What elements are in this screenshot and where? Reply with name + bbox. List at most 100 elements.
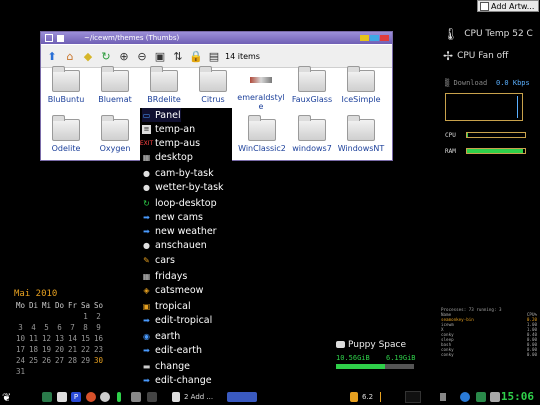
lock-icon[interactable]: 🔒 xyxy=(189,49,203,63)
zoom-out-icon[interactable]: ⊖ xyxy=(135,49,149,63)
quicklaunch-usb[interactable] xyxy=(131,391,141,403)
menu-item-change[interactable]: ▬ change xyxy=(142,359,190,373)
calendar-day: 19 xyxy=(41,345,52,354)
cloud-icon: ● xyxy=(143,182,150,192)
menu-item-anschauen[interactable]: ● anschauen xyxy=(142,238,207,252)
folder-item[interactable]: Oxygen xyxy=(90,115,140,153)
quicklaunch-files[interactable] xyxy=(57,391,67,403)
calendar-day: 15 xyxy=(80,334,91,343)
usb-icon xyxy=(131,392,141,402)
globe-icon: ◉ xyxy=(143,331,150,341)
menu-item-loop-desktop[interactable]: ↻ loop-desktop xyxy=(142,196,216,210)
panel-icon: ▭ xyxy=(142,110,151,120)
calendar-day: 31 xyxy=(15,367,26,376)
folder-item[interactable]: windows7 xyxy=(287,115,337,153)
window-titlebar[interactable]: ~/icewm/themes (Thumbs) xyxy=(41,32,392,44)
cpu-fan-readout: ✢ CPU Fan off xyxy=(443,49,509,63)
image-icon: ▬ xyxy=(142,361,151,371)
sort-icon[interactable]: ⇅ xyxy=(171,49,185,63)
quicklaunch-monitor[interactable] xyxy=(42,391,52,403)
calendar-day xyxy=(66,366,79,377)
calendar-day: 27 xyxy=(54,356,65,365)
menu-item-fridays[interactable]: ▦ fridays xyxy=(142,269,188,283)
menu-item-catsmeow[interactable]: ◈ catsmeow xyxy=(142,283,203,297)
folder-item[interactable]: WindowsNT xyxy=(336,115,386,153)
paw-icon: ◈ xyxy=(143,285,150,295)
menu-item-edit-change[interactable]: ➡ edit-change xyxy=(142,373,212,387)
puppy-space-bar xyxy=(336,364,414,369)
calendar-day: 29 xyxy=(80,356,91,365)
refresh-icon[interactable]: ↻ xyxy=(99,49,113,63)
calendar-widget: Mai 2010 Mo Di Mi Do Fr Sa So 1 2 3 4 5 6 7 8 9 10 11 12 1… xyxy=(14,289,105,377)
calendar-day: 5 xyxy=(44,323,49,332)
folder-item[interactable]: IceSimple xyxy=(336,66,386,104)
folder-item[interactable]: Citrus xyxy=(188,66,238,104)
bookmark-icon[interactable]: ◆ xyxy=(81,49,95,63)
calendar-day: 30 xyxy=(93,356,104,365)
paw-icon: ❦ xyxy=(2,390,12,404)
folder-item[interactable]: BluBuntu xyxy=(41,66,91,104)
cpu-meter xyxy=(466,132,526,138)
view-icon[interactable]: ▣ xyxy=(153,49,167,63)
folder-icon xyxy=(248,115,276,141)
menu-item-cars[interactable]: ✎ cars xyxy=(142,253,175,267)
arrow-right-icon: ➡ xyxy=(143,226,150,236)
menu-item-new-weather[interactable]: ➡ new weather xyxy=(142,224,216,238)
calendar-grid: Mo Di Mi Do Fr Sa So 1 2 3 4 5 6 7 8 9 10 11 12 13 14 15 16 17… xyxy=(14,300,105,377)
up-arrow-icon[interactable]: ⬆ xyxy=(45,49,59,63)
close-button[interactable] xyxy=(380,35,389,41)
start-menu-button[interactable]: ❦ xyxy=(2,390,12,404)
maximize-button[interactable] xyxy=(370,35,379,41)
menu-item-edit-tropical[interactable]: ➡ edit-tropical xyxy=(142,313,212,327)
quicklaunch-settings[interactable] xyxy=(147,391,157,403)
menu-item-edit-earth[interactable]: ➡ edit-earth xyxy=(142,343,202,357)
folder-item[interactable]: emeraldstyle xyxy=(235,70,287,111)
folder-item[interactable]: BRdelite xyxy=(139,66,189,104)
quicklaunch-p[interactable]: P xyxy=(71,391,81,403)
volume-icon[interactable] xyxy=(440,391,446,403)
window-menu-icon[interactable] xyxy=(45,34,53,42)
menu-item-tropical[interactable]: ▣ tropical xyxy=(142,299,191,313)
quicklaunch-green[interactable] xyxy=(117,391,121,403)
folder-icon xyxy=(52,115,80,141)
calendar-day: 14 xyxy=(67,334,78,343)
tray-network-icon[interactable] xyxy=(476,391,486,403)
folder-item[interactable]: FauxGlass xyxy=(287,66,337,104)
calendar-day: 8 xyxy=(83,323,88,332)
add-artwork-label: Add Artw... xyxy=(491,1,535,11)
network-graph xyxy=(405,391,421,403)
tray-globe-icon[interactable] xyxy=(460,391,470,403)
network-icon xyxy=(476,392,486,402)
menu-item-new-cams[interactable]: ➡ new cams xyxy=(142,210,203,224)
calendar-week: 12 xyxy=(14,311,105,322)
calendar-day: 3 xyxy=(18,323,23,332)
menu-item-wetter-by-task[interactable]: ● wetter-by-task xyxy=(142,180,224,194)
folder-item[interactable]: Bluemat xyxy=(90,66,140,104)
home-icon[interactable]: ⌂ xyxy=(63,49,77,63)
tray-update-icon[interactable] xyxy=(490,391,500,403)
calendar-day: 12 xyxy=(41,334,52,343)
calendar-day: 16 xyxy=(93,334,104,343)
add-artwork-button[interactable]: Add Artw... xyxy=(477,0,539,12)
theme-preview-icon xyxy=(248,70,274,90)
green-icon xyxy=(117,392,121,402)
menu-item-earth[interactable]: ◉ earth xyxy=(142,329,180,343)
menu-item-panel[interactable]: ▭ Panel xyxy=(142,108,181,122)
clipboard-icon[interactable]: ▤ xyxy=(207,49,221,63)
window-pin-icon[interactable] xyxy=(57,34,64,42)
menu-item-temp-an[interactable]: ≡ temp-an xyxy=(142,122,195,136)
menu-item-temp-aus[interactable]: EXIT temp-aus xyxy=(140,136,200,150)
menu-item-cam-by-task[interactable]: ● cam-by-task xyxy=(142,166,214,180)
quicklaunch-browser[interactable] xyxy=(86,391,96,403)
brush-icon: ✎ xyxy=(143,255,150,265)
menu-item-desktop[interactable]: ▦ desktop xyxy=(142,150,193,164)
taskbar-task-add[interactable]: 2 Add ... xyxy=(172,391,213,403)
folder-item[interactable]: WinClassic2 xyxy=(237,115,287,153)
taskbar-task-active[interactable] xyxy=(227,391,257,403)
quicklaunch-bulb[interactable] xyxy=(100,391,110,403)
folder-item[interactable]: Odelite xyxy=(41,115,91,153)
calendar-day: 11 xyxy=(28,334,39,343)
minimize-button[interactable] xyxy=(360,35,369,41)
tray-item[interactable]: 6.2 xyxy=(350,391,373,403)
zoom-in-icon[interactable]: ⊕ xyxy=(117,49,131,63)
